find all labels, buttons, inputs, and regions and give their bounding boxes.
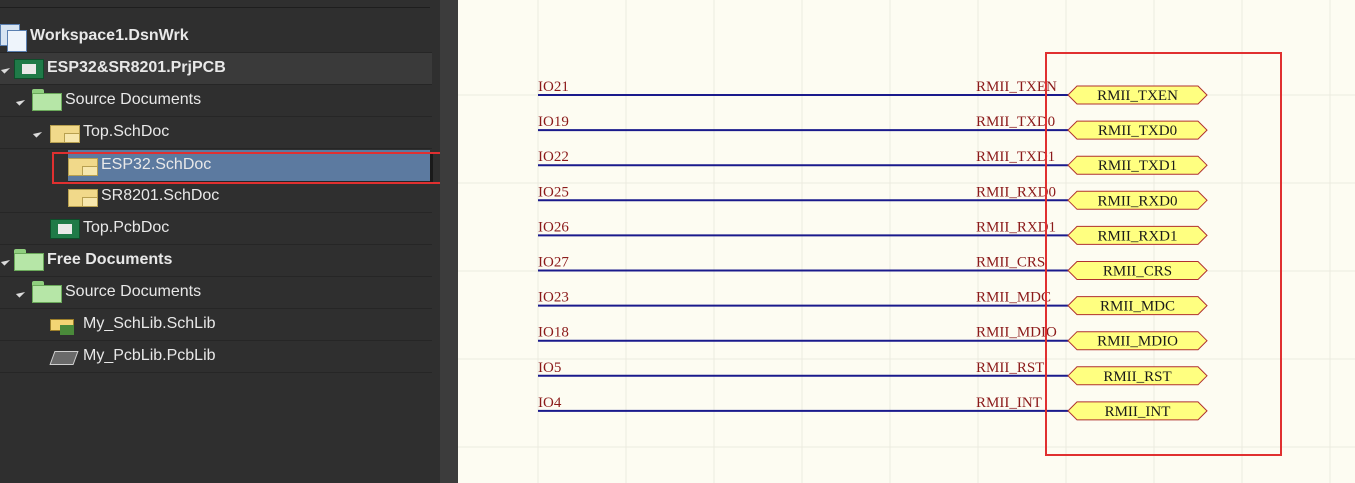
pcb-project-icon: [14, 57, 44, 79]
port-net-label: RMII_RST: [976, 360, 1044, 376]
port-net-label: RMII_MDIO: [976, 325, 1057, 341]
port-label: RMII_MDC: [1100, 299, 1175, 315]
net-label: IO27: [538, 255, 569, 271]
net-label: IO5: [538, 360, 561, 376]
net-label: IO22: [538, 149, 569, 165]
schlib-label: My_SchLib.SchLib: [83, 315, 216, 332]
port-label: RMII_TXD0: [1098, 123, 1177, 139]
tree-item-source-documents[interactable]: Source Documents: [0, 85, 432, 117]
port-net-label: RMII_CRS: [976, 255, 1045, 271]
schematic-canvas: IO21 RMII_TXEN RMII_TXEN IO19 RMII_TXD0 RMII_…: [458, 0, 1355, 483]
port-net-label: RMII_MDC: [976, 290, 1051, 306]
wire-layer: IO21 RMII_TXEN RMII_TXEN IO19 RMII_TXD0 RMII_…: [538, 79, 1208, 421]
highlight-box-ports: [1045, 52, 1282, 456]
sr8201-schdoc-label: SR8201.SchDoc: [101, 187, 220, 204]
tree-item-top-pcbdoc[interactable]: Top.PcbDoc: [0, 213, 432, 245]
net-label: IO23: [538, 290, 569, 306]
port-net-label: RMII_TXD1: [976, 149, 1055, 165]
expand-triangle-icon[interactable]: [15, 96, 26, 106]
port-label: RMII_CRS: [1103, 264, 1172, 280]
net-label: IO25: [538, 184, 569, 200]
projects-panel: Workspace1.DsnWrk ESP32&SR8201.PrjPCB So…: [0, 0, 440, 483]
folder-icon: [14, 249, 44, 271]
port-net-label: RMII_INT: [976, 395, 1042, 411]
schematic-sheet[interactable]: IO21 RMII_TXEN RMII_TXEN IO19 RMII_TXD0 RMII_…: [458, 0, 1355, 483]
free-documents-label: Free Documents: [47, 251, 173, 268]
port-label: RMII_TXEN: [1097, 88, 1178, 104]
expand-triangle-icon[interactable]: [15, 288, 26, 298]
port-net-label: RMII_TXEN: [976, 79, 1057, 95]
tree-item-free-source-documents[interactable]: Source Documents: [0, 277, 432, 309]
tree-item-free-documents[interactable]: Free Documents: [0, 245, 432, 277]
pcblib-label: My_PcbLib.PcbLib: [83, 347, 216, 364]
expand-triangle-icon[interactable]: [32, 128, 43, 138]
tree-item-workspace[interactable]: Workspace1.DsnWrk: [0, 21, 432, 53]
panel-divider: [0, 7, 430, 8]
project-label: ESP32&SR8201.PrjPCB: [47, 59, 226, 76]
port-label: RMII_RXD0: [1097, 193, 1177, 209]
top-pcbdoc-label: Top.PcbDoc: [83, 219, 170, 236]
port-net-label: RMII_RXD0: [976, 184, 1056, 200]
workspace-icon: [0, 24, 27, 52]
net-label: IO21: [538, 79, 569, 95]
workspace-label: Workspace1.DsnWrk: [30, 27, 189, 44]
tree-item-schlib[interactable]: My_SchLib.SchLib: [0, 309, 432, 341]
port-label: RMII_MDIO: [1097, 334, 1178, 350]
port-net-label: RMII_TXD0: [976, 114, 1055, 130]
free-source-documents-label: Source Documents: [65, 283, 202, 300]
pcb-doc-icon: [50, 217, 80, 239]
top-schdoc-label: Top.SchDoc: [83, 123, 170, 140]
tree-item-project[interactable]: ESP32&SR8201.PrjPCB: [0, 53, 432, 85]
tree-item-sr8201-schdoc[interactable]: SR8201.SchDoc: [0, 181, 432, 213]
schematic-doc-icon: [50, 121, 80, 143]
expand-triangle-icon[interactable]: [0, 64, 11, 74]
expand-triangle-icon[interactable]: [0, 256, 11, 266]
net-label: IO4: [538, 395, 562, 411]
tree-item-pcblib[interactable]: My_PcbLib.PcbLib: [0, 341, 432, 373]
port-label: RMII_RXD1: [1097, 228, 1177, 244]
port-label: RMII_TXD1: [1098, 158, 1177, 174]
pcb-library-icon: [49, 345, 79, 367]
schematic-doc-icon: [68, 185, 98, 207]
highlight-box-esp32: [52, 152, 442, 184]
panel-splitter[interactable]: [440, 0, 458, 483]
port-label: RMII_INT: [1105, 404, 1171, 420]
schematic-library-icon: [50, 313, 76, 335]
port-net-label: RMII_RXD1: [976, 219, 1056, 235]
net-label: IO26: [538, 219, 569, 235]
source-documents-label: Source Documents: [65, 91, 202, 108]
net-label: IO19: [538, 114, 569, 130]
folder-icon: [32, 281, 62, 303]
tree-item-top-schdoc[interactable]: Top.SchDoc: [0, 117, 432, 149]
port-label: RMII_RST: [1103, 369, 1171, 385]
folder-icon: [32, 89, 62, 111]
net-label: IO18: [538, 325, 569, 341]
